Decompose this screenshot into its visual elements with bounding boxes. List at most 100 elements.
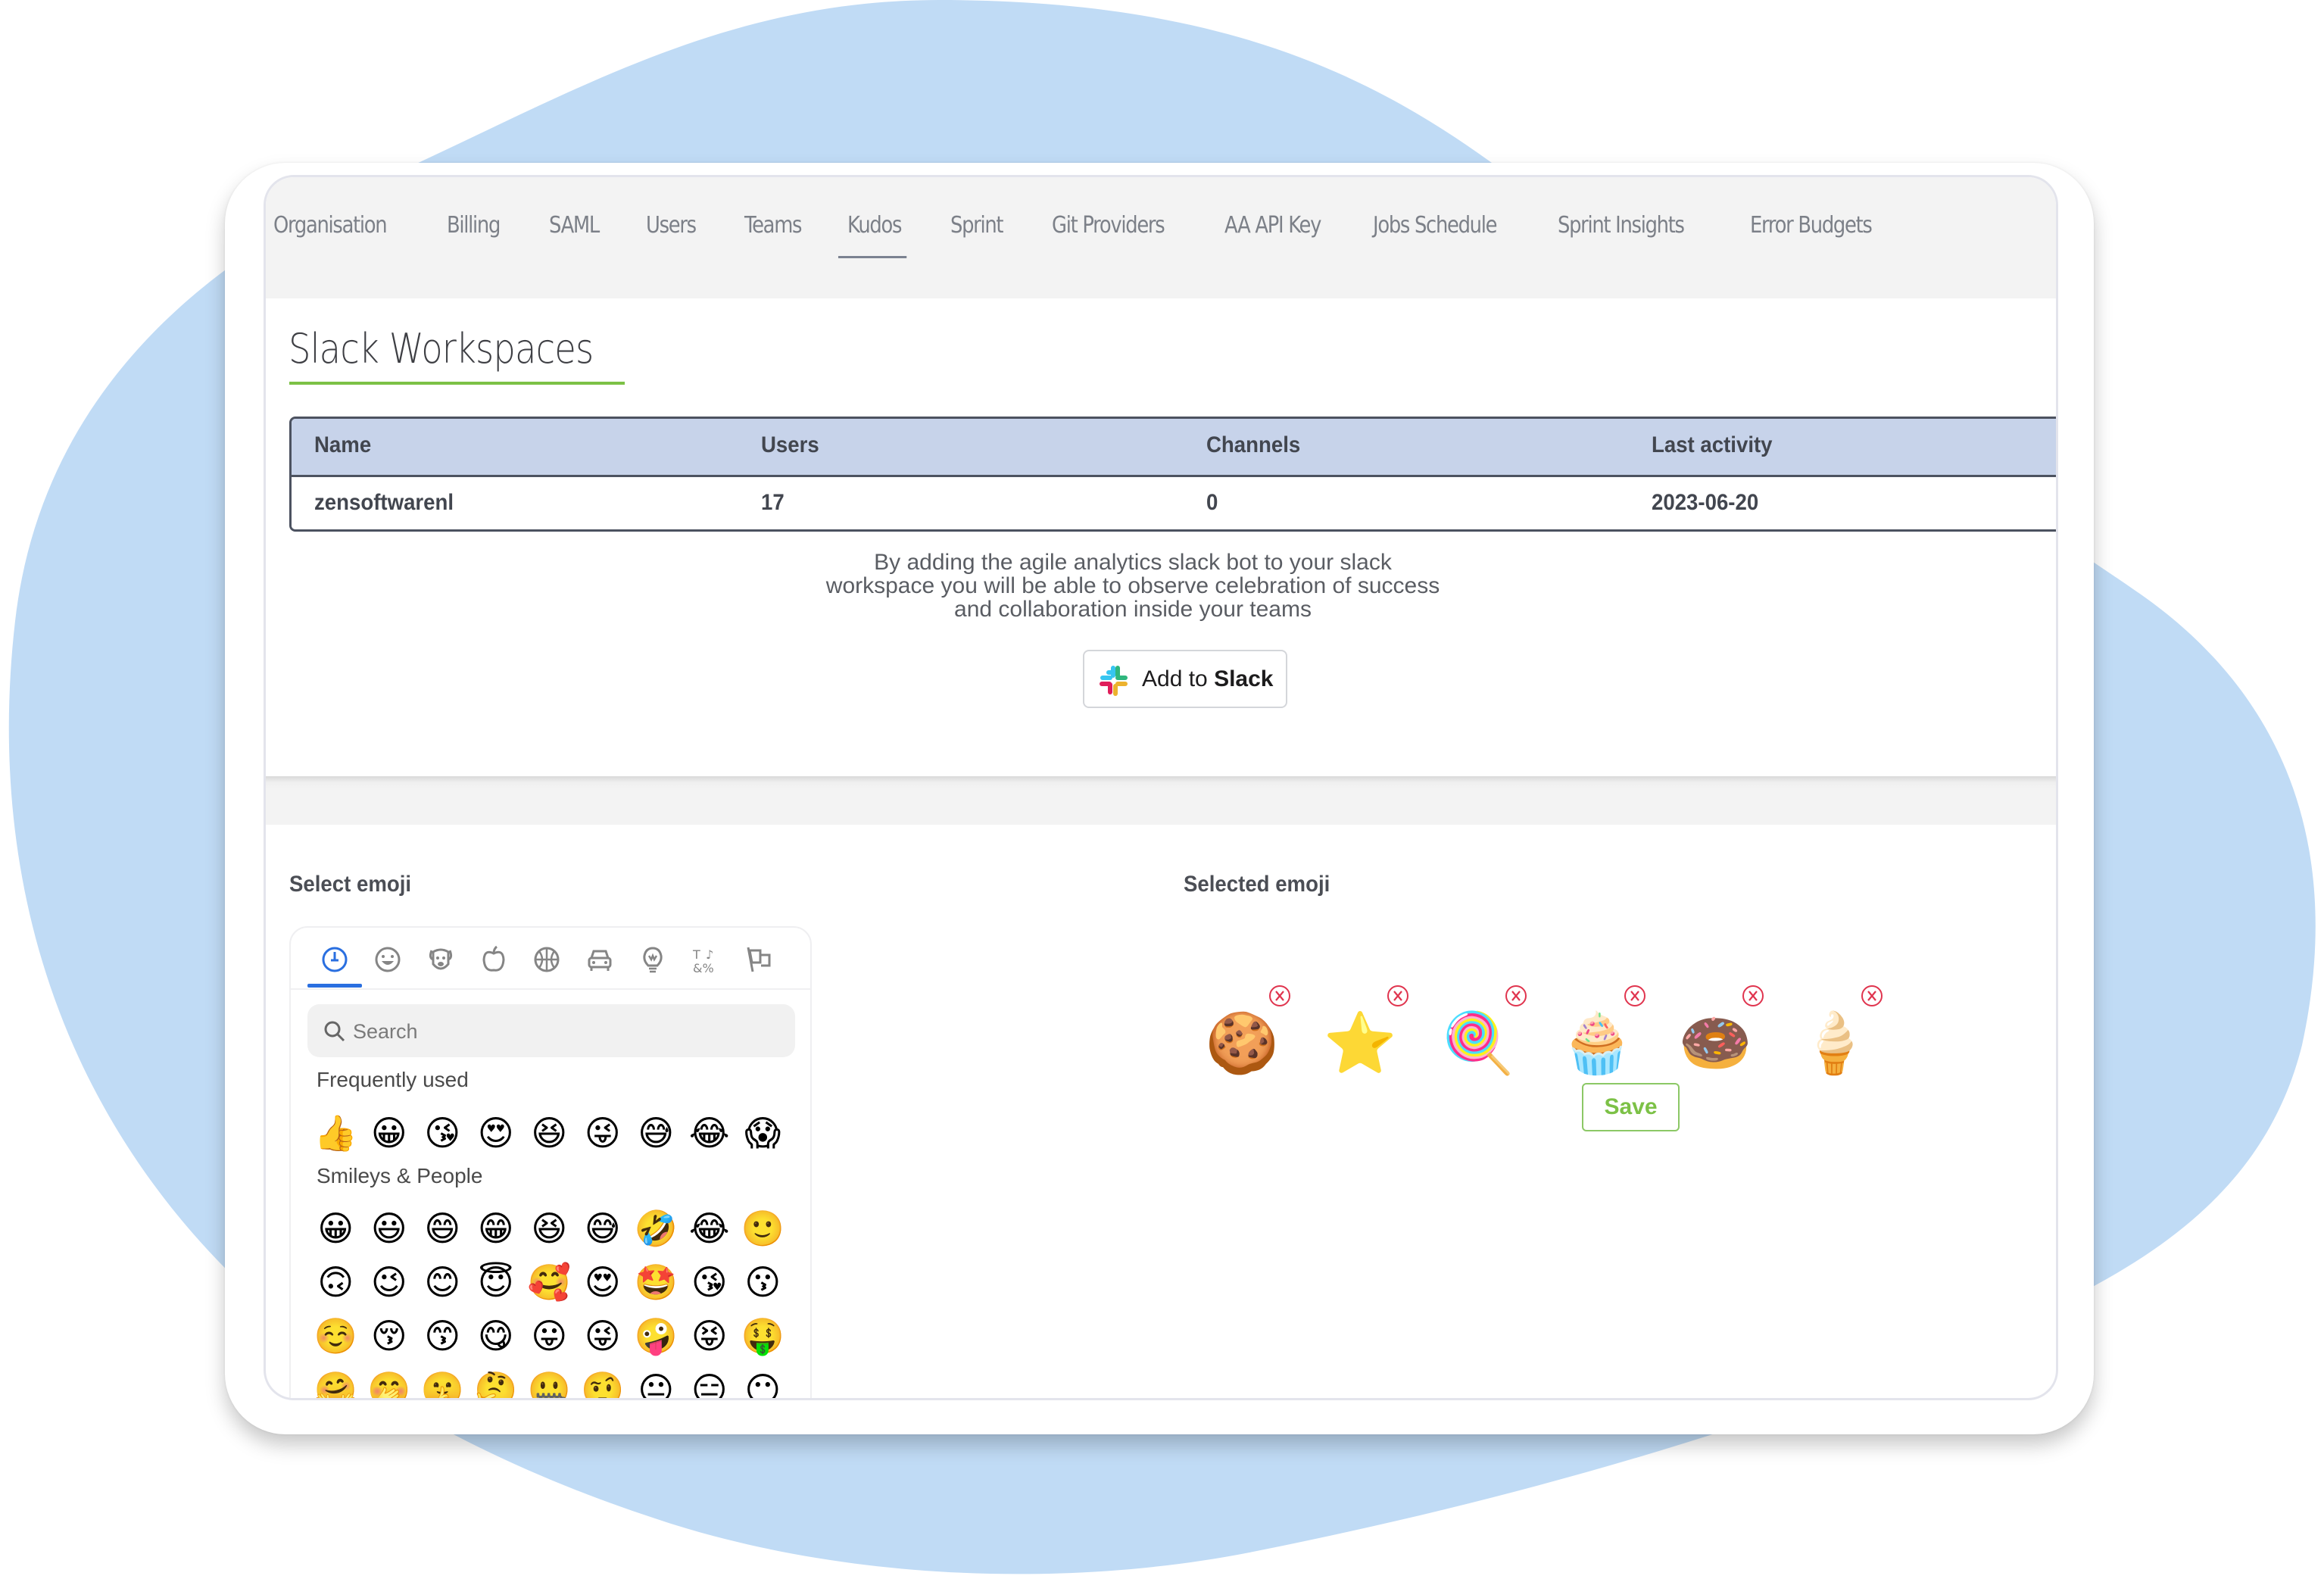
emoji-option[interactable]: 😝 bbox=[683, 1312, 737, 1359]
selected-emoji-item: 🍪 bbox=[1200, 985, 1290, 1083]
tab-jobs-schedule[interactable]: Jobs Schedule bbox=[1373, 212, 1498, 239]
emoji-option[interactable]: 😅 bbox=[576, 1205, 630, 1252]
emoji-option[interactable]: 🙂 bbox=[736, 1205, 790, 1252]
tab-sprint-insights[interactable]: Sprint Insights bbox=[1558, 212, 1685, 239]
tab-kudos[interactable]: Kudos bbox=[838, 212, 906, 258]
emoji-option[interactable]: 🤪 bbox=[629, 1312, 683, 1359]
emoji-option[interactable]: 🤨 bbox=[576, 1366, 630, 1398]
emoji-option[interactable]: 😂 bbox=[683, 1109, 737, 1156]
save-button[interactable]: Save bbox=[1582, 1083, 1680, 1131]
remove-circle-icon[interactable] bbox=[1268, 985, 1291, 1007]
emoji-option[interactable]: 👍 bbox=[309, 1109, 363, 1156]
emoji-option[interactable]: 🤐 bbox=[523, 1366, 576, 1398]
remove-circle-icon[interactable] bbox=[1387, 985, 1409, 1007]
emoji-option[interactable]: ☺️ bbox=[309, 1312, 363, 1359]
emoji-option[interactable]: 😆 bbox=[523, 1205, 576, 1252]
apple-icon[interactable] bbox=[479, 944, 509, 975]
emoji-option[interactable]: 🤗 bbox=[309, 1366, 363, 1398]
emoji-category-bar: T ♪ &% bbox=[291, 928, 810, 990]
emoji-option[interactable]: 😃 bbox=[363, 1205, 416, 1252]
emoji-option[interactable]: 🤣 bbox=[629, 1205, 683, 1252]
tab-saml[interactable]: SAML bbox=[549, 212, 600, 239]
clock-icon[interactable] bbox=[320, 944, 350, 975]
selected-emoji-item: 🍭 bbox=[1437, 985, 1527, 1083]
remove-circle-icon[interactable] bbox=[1742, 985, 1764, 1007]
svg-text:T: T bbox=[692, 947, 700, 962]
emoji-option[interactable]: 😍 bbox=[469, 1109, 523, 1156]
symbols-icon[interactable]: T ♪ &% bbox=[691, 944, 721, 975]
basketball-icon[interactable] bbox=[532, 944, 562, 975]
emoji-option[interactable]: 😜 bbox=[576, 1109, 630, 1156]
smiley-icon[interactable] bbox=[373, 944, 403, 975]
emoji-option[interactable]: 😑 bbox=[683, 1366, 737, 1398]
tab-billing[interactable]: Billing bbox=[447, 212, 501, 239]
emoji-option[interactable]: 😘 bbox=[416, 1109, 469, 1156]
slack-workspaces-table: Name Users Channels Last activity zensof… bbox=[289, 417, 2056, 532]
car-icon[interactable] bbox=[585, 944, 615, 975]
emoji-option[interactable]: 😙 bbox=[416, 1312, 469, 1359]
tab-aa-api-key[interactable]: AA API Key bbox=[1224, 212, 1321, 239]
emoji-option[interactable]: 😍 bbox=[576, 1259, 630, 1306]
emoji-option[interactable]: 😇 bbox=[469, 1259, 523, 1306]
remove-circle-icon[interactable] bbox=[1505, 985, 1527, 1007]
emoji-option[interactable]: 🙃 bbox=[309, 1259, 363, 1306]
tab-error-budgets[interactable]: Error Budgets bbox=[1750, 212, 1873, 239]
emoji-search-field[interactable] bbox=[307, 1004, 795, 1057]
emoji-search-input[interactable] bbox=[351, 1012, 778, 1051]
emoji-option[interactable]: 🤑 bbox=[736, 1312, 790, 1359]
settings-tab-bar: Organisation Billing SAML Users Teams Ku… bbox=[266, 177, 2056, 298]
emoji-option[interactable]: 😐 bbox=[629, 1366, 683, 1398]
selected-emoji-item: 🍩 bbox=[1674, 985, 1764, 1083]
slack-logo-icon bbox=[1100, 666, 1128, 696]
emoji-option[interactable]: 😄 bbox=[416, 1205, 469, 1252]
app-window: Organisation Billing SAML Users Teams Ku… bbox=[264, 175, 2058, 1400]
emoji-option[interactable]: 😛 bbox=[523, 1312, 576, 1359]
tab-organisation[interactable]: Organisation bbox=[273, 212, 388, 239]
tab-teams[interactable]: Teams bbox=[744, 212, 802, 239]
emoji-option[interactable]: 😊 bbox=[416, 1259, 469, 1306]
emoji-option[interactable]: 😚 bbox=[363, 1312, 416, 1359]
column-header-channels: Channels bbox=[1206, 432, 1301, 457]
emoji-option[interactable]: 😅 bbox=[629, 1109, 683, 1156]
emoji-row: 👍 😀 😘 😍 😆 😜 😅 😂 😱 bbox=[309, 1109, 790, 1156]
dog-icon[interactable] bbox=[426, 944, 456, 975]
tab-git-providers[interactable]: Git Providers bbox=[1052, 212, 1165, 239]
selected-emoji-glyph: 🍩 bbox=[1678, 1009, 1752, 1078]
emoji-option[interactable]: 🤫 bbox=[416, 1366, 469, 1398]
emoji-option[interactable]: 🥰 bbox=[523, 1259, 576, 1306]
emoji-option[interactable]: 😶 bbox=[736, 1366, 790, 1398]
emoji-option[interactable]: 😁 bbox=[469, 1205, 523, 1252]
svg-text:♪: ♪ bbox=[706, 947, 713, 962]
emoji-row: 🙃 😉 😊 😇 🥰 😍 🤩 😘 😗 bbox=[309, 1259, 790, 1306]
column-header-last-activity: Last activity bbox=[1652, 432, 1773, 457]
lightbulb-icon[interactable] bbox=[638, 944, 668, 975]
slack-description: By adding the agile analytics slack bot … bbox=[825, 550, 1440, 622]
emoji-option[interactable]: 😆 bbox=[523, 1109, 576, 1156]
selected-emoji-label: Selected emoji bbox=[1184, 872, 1330, 897]
add-to-slack-button[interactable]: Add to Slack bbox=[1083, 650, 1287, 708]
emoji-option[interactable]: 😱 bbox=[736, 1109, 790, 1156]
emoji-option[interactable]: 😗 bbox=[736, 1259, 790, 1306]
group-label-frequently-used: Frequently used bbox=[317, 1068, 469, 1091]
emoji-option[interactable]: 😜 bbox=[576, 1312, 630, 1359]
add-to-slack-label: Add to Slack bbox=[1142, 666, 1274, 691]
selected-emoji-glyph: 🍦 bbox=[1797, 1009, 1871, 1078]
emoji-row: ☺️ 😚 😙 😋 😛 😜 🤪 😝 🤑 bbox=[309, 1312, 790, 1359]
remove-circle-icon[interactable] bbox=[1624, 985, 1646, 1007]
workspace-channels: 0 bbox=[1206, 490, 1218, 515]
tab-sprint[interactable]: Sprint bbox=[950, 212, 1004, 239]
emoji-option[interactable]: 😉 bbox=[363, 1259, 416, 1306]
emoji-option[interactable]: 😂 bbox=[683, 1205, 737, 1252]
emoji-option[interactable]: 🤭 bbox=[363, 1366, 416, 1398]
emoji-option[interactable]: 🤔 bbox=[469, 1366, 523, 1398]
slack-workspaces-title: Slack Workspaces bbox=[289, 325, 594, 373]
emoji-option[interactable]: 🤩 bbox=[629, 1259, 683, 1306]
emoji-option[interactable]: 😀 bbox=[309, 1205, 363, 1252]
remove-circle-icon[interactable] bbox=[1861, 985, 1883, 1007]
tab-users[interactable]: Users bbox=[646, 212, 697, 239]
emoji-option[interactable]: 😋 bbox=[469, 1312, 523, 1359]
emoji-option[interactable]: 😀 bbox=[363, 1109, 416, 1156]
flags-icon[interactable] bbox=[744, 944, 774, 975]
emoji-option[interactable]: 😘 bbox=[683, 1259, 737, 1306]
selected-emoji-glyph: ⭐ bbox=[1323, 1009, 1397, 1078]
